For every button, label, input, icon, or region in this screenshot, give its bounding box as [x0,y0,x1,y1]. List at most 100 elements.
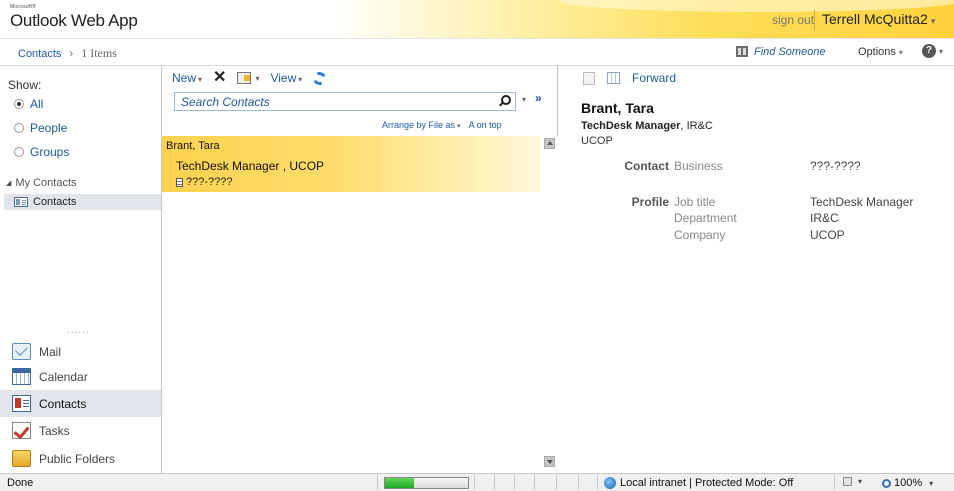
filter-all-label: All [30,97,44,111]
security-zone[interactable]: Local intranet | Protected Mode: Off [604,477,793,489]
breadcrumb-bar: Contacts › 1 Items Find Someone Options ▾… [0,38,954,66]
arrange-by-label: Arrange by File as [382,120,456,130]
contact-department-suffix: , IR&C [680,120,713,132]
sign-out-link[interactable]: sign out [772,13,814,27]
chevron-down-icon: ▾ [929,478,934,488]
expand-search-icon[interactable]: » [535,91,542,105]
delete-icon[interactable]: ✕ [213,70,226,86]
user-name: Terrell McQuitta2 [822,11,928,27]
help-icon: ? [922,44,936,58]
contact-phone: ???-???? [176,176,233,188]
radio-icon [14,147,24,157]
security-zone-label: Local intranet | Protected Mode: Off [620,477,794,489]
chevron-down-icon: ▾ [298,75,303,84]
find-someone-label: Find Someone [754,45,826,58]
status-divider [494,475,495,490]
reading-toolbar: Forward [583,71,676,85]
section-contact-label: Contact [624,159,669,173]
breadcrumb: Contacts › 1 Items [18,46,117,61]
refresh-icon[interactable] [311,69,329,87]
forward-button[interactable]: Forward [632,71,676,85]
navigation-pane: Show: All People Groups ◢ My Contacts Co… [0,66,162,473]
contact-name: Brant, Tara [166,140,220,152]
filter-people-radio[interactable]: People [14,121,67,135]
list-item[interactable]: Brant, Tara TechDesk Manager , UCOP ???-… [162,136,540,192]
item-count: 1 Items [81,46,117,60]
contacts-icon [12,395,31,412]
show-filter-label: Show: [8,78,42,92]
status-divider [578,475,579,490]
view-button[interactable]: View ▾ [270,71,302,85]
section-profile-label: Profile [631,195,669,209]
radio-selected-icon [14,99,24,109]
status-divider [534,475,535,490]
breadcrumb-folder[interactable]: Contacts [18,48,61,60]
radio-icon [14,123,24,133]
address-book-icon [736,46,748,57]
contact-subtitle: TechDesk Manager, IR&C [581,120,713,132]
nav-mail[interactable]: Mail [0,338,161,365]
move-button[interactable]: ▾ [237,72,259,84]
my-contacts-label: My Contacts [15,177,77,189]
scroll-down-arrow-icon[interactable] [544,456,555,467]
view-label: View [270,71,297,85]
contact-phone-value: ???-???? [186,176,233,188]
filter-people-label: People [30,121,68,135]
my-contacts-group[interactable]: ◢ My Contacts [6,177,77,189]
status-text: Done [7,477,34,489]
status-divider [597,475,598,490]
browser-status-bar: Done Local intranet | Protected Mode: Of… [0,473,954,491]
nav-tasks-label: Tasks [39,423,70,438]
search-icon[interactable] [498,95,511,107]
search-box [174,92,516,111]
sort-order-button[interactable]: A on top [469,120,502,130]
mail-icon [12,343,31,360]
help-menu[interactable]: ? ▾ [922,44,943,58]
status-divider [474,475,475,490]
folder-contacts[interactable]: Contacts [4,194,161,210]
new-button[interactable]: New ▾ [172,71,202,85]
filter-all-radio[interactable]: All [14,97,43,111]
field-business-label: Business [674,159,723,173]
app-header: Microsoft® Outlook Web App sign out Terr… [0,0,954,38]
find-someone-button[interactable]: Find Someone [735,45,826,58]
chevron-down-icon: ▾ [858,477,863,486]
nav-public-folders[interactable]: Public Folders [0,445,161,472]
nav-contacts[interactable]: Contacts [0,390,161,417]
contact-card-icon [14,197,28,207]
user-menu[interactable]: Terrell McQuitta2 ▾ [822,11,935,27]
scroll-up-arrow-icon[interactable] [544,138,555,149]
field-department-value: IR&C [810,211,839,225]
contact-title: TechDesk Manager , UCOP [176,159,325,173]
arrange-by-button[interactable]: Arrange by File as ▾ [382,120,461,130]
nav-calendar[interactable]: Calendar [0,363,161,390]
filter-groups-radio[interactable]: Groups [14,145,69,159]
chevron-down-icon: ▾ [939,46,944,56]
field-company-value: UCOP [810,228,845,242]
protected-mode-button[interactable]: ▾ [843,477,862,486]
filter-groups-label: Groups [30,145,70,159]
zoom-button[interactable]: 100% ▾ [882,477,933,489]
breadcrumb-separator: › [69,48,74,60]
reading-pane: Forward Brant, Tara TechDesk Manager, IR… [559,66,954,473]
nav-calendar-label: Calendar [39,369,88,384]
list-scrollbar[interactable] [541,136,558,473]
list-toolbar: New ▾ ✕ ▾ View ▾ [172,69,329,87]
chevron-down-icon: ▾ [898,48,903,57]
public-folders-icon [12,450,31,467]
options-menu[interactable]: Options ▾ [858,46,903,58]
logo-app-name: Outlook Web App [10,11,138,30]
contact-company: UCOP [581,135,613,147]
pane-resize-grip[interactable]: ...... [67,325,90,336]
options-label: Options [858,46,896,58]
contact-job-title: TechDesk Manager [581,120,681,132]
field-job-title-label: Job title [674,195,716,209]
contact-display-name: Brant, Tara [581,100,654,116]
new-message-icon[interactable] [607,72,620,84]
search-options-dropdown[interactable]: ▾ [522,95,526,104]
nav-contacts-label: Contacts [39,396,87,411]
nav-tasks[interactable]: Tasks [0,417,161,444]
arrange-bar: Arrange by File as ▾ A on top [382,120,502,130]
progress-fill [385,478,415,488]
search-input[interactable] [181,94,481,109]
